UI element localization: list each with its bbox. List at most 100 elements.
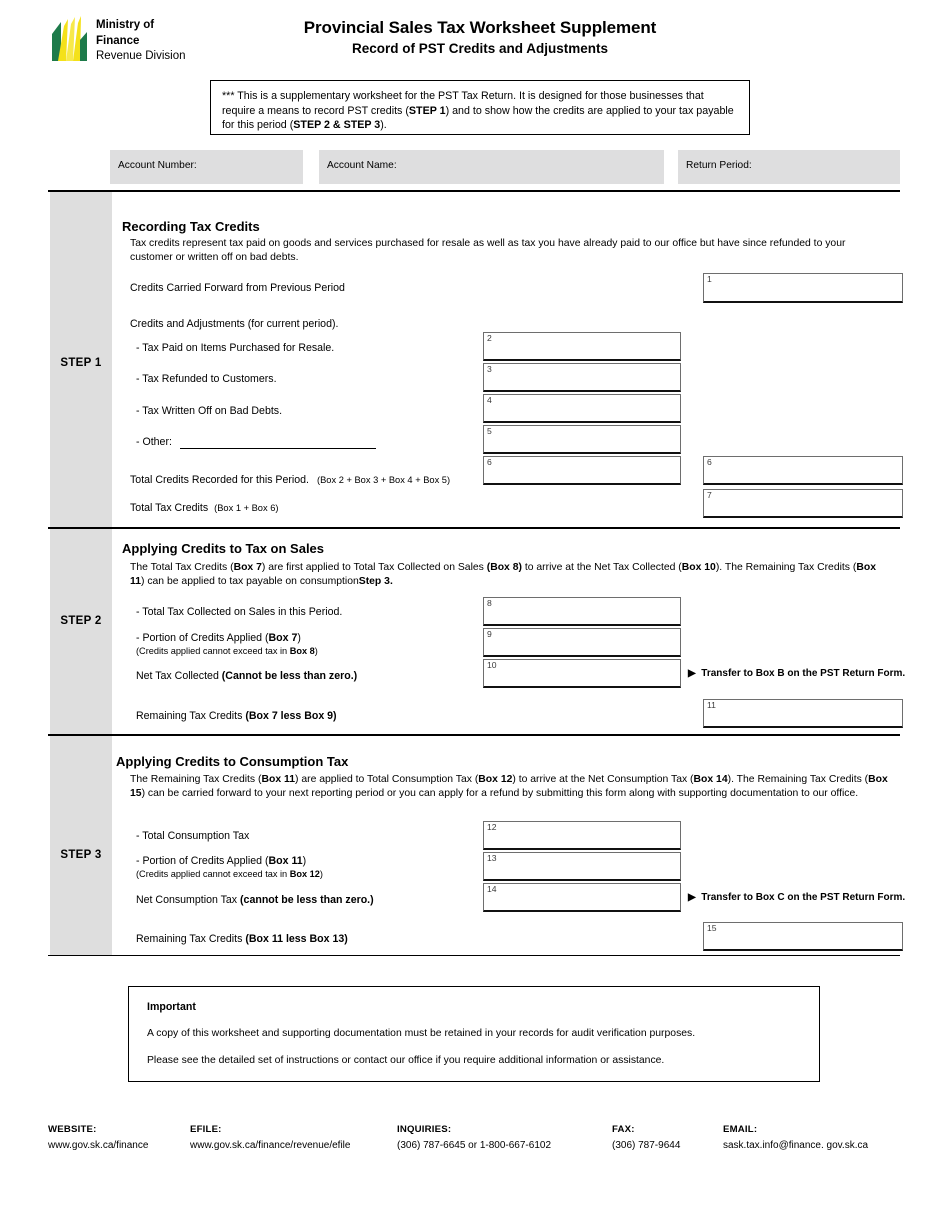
step2-portion-note: (Credits applied cannot exceed tax in Bo… [136, 645, 318, 657]
step2-desc-p5: ) can be applied to tax payable on consu… [140, 576, 359, 588]
input-box-3[interactable]: 3 [483, 363, 681, 392]
box-number-2: 2 [487, 333, 492, 343]
input-box-8[interactable]: 8 [483, 597, 681, 626]
input-box-12[interactable]: 12 [483, 821, 681, 850]
intro-bold-1: STEP 1 [408, 104, 446, 117]
step1-label: STEP 1 [60, 357, 102, 369]
return-period-field[interactable]: Return Period: [678, 150, 900, 184]
step3-remaining-bold: (Box 11 less Box 13) [245, 933, 348, 945]
step3-desc-p3: ) to arrive at the Net Consumption Tax ( [512, 774, 694, 785]
step3-desc-p5: ) can be carried forward to your next re… [141, 788, 859, 800]
important-title: Important [147, 1001, 196, 1013]
step1-row-other-label: - Other: [136, 436, 172, 448]
step3-transfer-text: Transfer to Box C on the PST Return Form… [701, 892, 906, 903]
page-title: Provincial Sales Tax Worksheet Supplemen… [303, 18, 657, 37]
input-box-14[interactable]: 14 [483, 883, 681, 912]
step2-net-tax-text: Net Tax Collected [136, 670, 222, 682]
step2-transfer-note: ▶ Transfer to Box B on the PST Return Fo… [688, 668, 905, 679]
step2-column [50, 529, 112, 734]
box-number-4: 4 [487, 395, 492, 405]
section-rule-top [48, 190, 900, 192]
step1-row-total-credits-label: Total Credits Recorded for this Period. (… [130, 473, 450, 487]
box-number-15: 15 [707, 923, 717, 933]
intro-bold-2: STEP 2 & STEP 3 [293, 119, 381, 131]
step2-portion-note-text: (Credits applied cannot exceed tax in [136, 646, 290, 656]
account-number-field[interactable]: Account Number: [110, 150, 303, 184]
step3-portion-note-bold: Box 12 [289, 869, 320, 879]
step1-row-credits-adjustments-label: Credits and Adjustments (for current per… [130, 318, 339, 330]
step1-row-total-tax-credits-label: Total Tax Credits (Box 1 + Box 6) [130, 501, 278, 515]
step2-desc-p3: to arrive at the Net Tax Collected ( [521, 562, 682, 573]
input-box-4[interactable]: 4 [483, 394, 681, 423]
box-number-9: 9 [487, 629, 492, 639]
footer-efile-value[interactable]: www.gov.sk.ca/finance/revenue/efile [190, 1140, 350, 1151]
step2-desc-b5: Step 3. [358, 576, 393, 588]
footer-fax-value: (306) 787-9644 [612, 1140, 681, 1151]
footer-website: WEBSITE: www.gov.sk.ca/finance [48, 1124, 148, 1151]
input-box-6-right[interactable]: 6 [703, 456, 903, 485]
input-box-13[interactable]: 13 [483, 852, 681, 881]
input-box-2[interactable]: 2 [483, 332, 681, 361]
footer-fax-label: FAX: [612, 1124, 635, 1135]
intro-note-box: *** This is a supplementary worksheet fo… [210, 80, 750, 135]
step1-total-tax-credits-formula: (Box 1 + Box 6) [214, 503, 279, 513]
input-box-1[interactable]: 1 [703, 273, 903, 303]
box-number-1: 1 [707, 274, 712, 284]
box-number-5: 5 [487, 426, 492, 436]
box-number-3: 3 [487, 364, 492, 374]
step3-column [50, 736, 112, 955]
footer-email: EMAIL: sask.tax.info@finance. gov.sk.ca [723, 1124, 868, 1151]
title-block: Provincial Sales Tax Worksheet Supplemen… [230, 18, 730, 56]
box-number-6-left: 6 [487, 457, 492, 467]
intro-part-3: ). [380, 119, 387, 131]
step1-heading: Recording Tax Credits [122, 219, 260, 234]
page-header: Ministry of Finance Revenue Division Pro… [0, 0, 950, 80]
step3-description: The Remaining Tax Credits (Box 11) are a… [130, 773, 890, 801]
step2-portion-note-bold: Box 8 [289, 646, 315, 656]
footer-inquiries: INQUIRIES: (306) 787-6645 or 1-800-667-6… [397, 1124, 551, 1151]
input-box-5[interactable]: 5 [483, 425, 681, 454]
step3-row-total-consumption-label: - Total Consumption Tax [136, 830, 250, 842]
step2-heading: Applying Credits to Tax on Sales [122, 541, 325, 556]
input-box-11[interactable]: 11 [703, 699, 903, 728]
step3-portion-text: - Portion of Credits Applied ( [136, 855, 269, 867]
ministry-wordmark: Ministry of Finance Revenue Division [96, 18, 186, 65]
step3-desc-p4: ). The Remaining Tax Credits ( [727, 774, 869, 785]
step3-portion-note-end: ) [319, 869, 323, 879]
footer-efile-label: EFILE: [190, 1124, 222, 1135]
step2-remaining-bold: (Box 7 less Box 9) [245, 710, 337, 722]
input-box-9[interactable]: 9 [483, 628, 681, 657]
input-box-7[interactable]: 7 [703, 489, 903, 518]
step3-desc-p2: ) are applied to Total Consumption Tax ( [295, 774, 479, 785]
step2-portion-bold: Box 7 [268, 632, 298, 644]
box-number-14: 14 [487, 884, 497, 894]
footer-inquiries-label: INQUIRIES: [397, 1124, 452, 1135]
account-info-row: Account Number: Account Name: Return Per… [110, 150, 900, 184]
step3-label: STEP 3 [60, 849, 102, 861]
step3-desc-b3: Box 14 [693, 774, 728, 785]
step3-portion-end: ) [302, 855, 307, 867]
step2-row-net-tax-label: Net Tax Collected (Cannot be less than z… [136, 669, 357, 683]
footer-email-value[interactable]: sask.tax.info@finance. gov.sk.ca [723, 1140, 868, 1151]
footer-email-label: EMAIL: [723, 1124, 758, 1135]
step3-net-consumption-bold: (cannot be less than zero.) [240, 894, 374, 906]
step2-portion-text: - Portion of Credits Applied ( [136, 632, 269, 644]
step2-label: STEP 2 [60, 615, 102, 627]
step1-total-credits-text: Total Credits Recorded for this Period. [130, 474, 309, 486]
step2-portion-note-end: ) [314, 646, 318, 656]
step1-total-tax-credits-text: Total Tax Credits [130, 502, 209, 514]
input-box-10[interactable]: 10 [483, 659, 681, 688]
account-name-field[interactable]: Account Name: [319, 150, 664, 184]
section-rule-step1-step2 [48, 527, 900, 529]
input-box-6-left[interactable]: 6 [483, 456, 681, 485]
ministry-line-3: Revenue Division [96, 50, 186, 62]
footer-website-value[interactable]: www.gov.sk.ca/finance [48, 1140, 148, 1151]
step2-net-tax-bold: (Cannot be less than zero.) [221, 670, 358, 682]
step2-row-total-collected-label: - Total Tax Collected on Sales in this P… [136, 606, 343, 618]
input-box-15[interactable]: 15 [703, 922, 903, 951]
other-description-fill-line[interactable] [180, 448, 376, 449]
step3-remaining-text: Remaining Tax Credits [136, 933, 246, 945]
step1-row-bad-debts-label: - Tax Written Off on Bad Debts. [136, 405, 283, 417]
footer-inquiries-value: (306) 787-6645 or 1-800-667-6102 [397, 1140, 551, 1151]
ministry-line-2: Finance [96, 34, 140, 47]
